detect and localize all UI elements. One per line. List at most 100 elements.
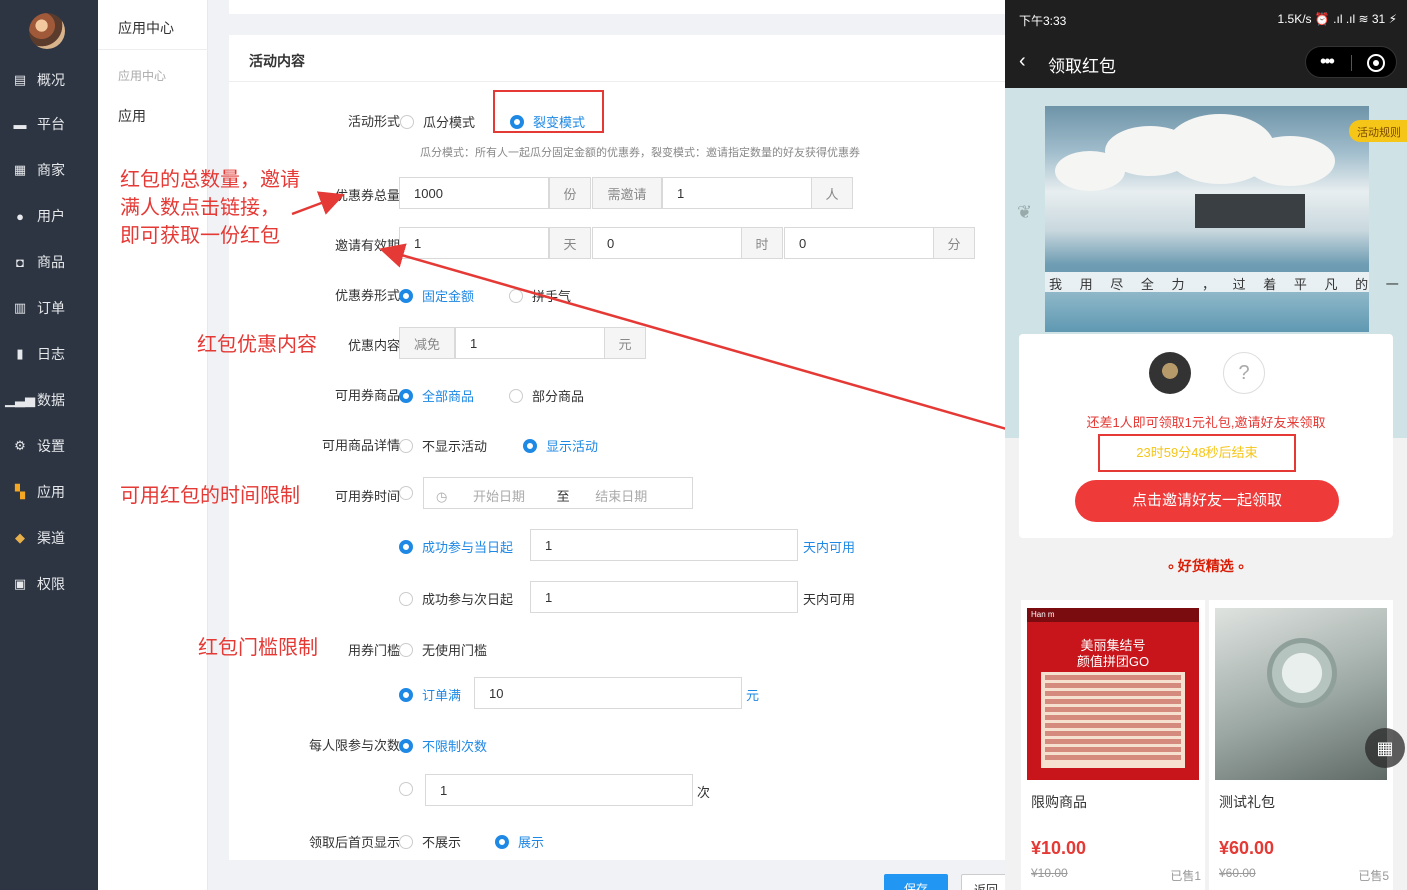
leaf-icon: ❦	[1017, 202, 1033, 222]
close-miniapp-icon[interactable]	[1367, 54, 1385, 72]
radio-dot	[399, 388, 413, 403]
invite-tip: 还差1人即可领取1元礼包,邀请好友来领取	[1086, 415, 1326, 430]
radio-show[interactable]: 展示	[495, 832, 544, 851]
sidebar-item-user[interactable]: ● 用户	[0, 196, 98, 236]
coupon-total-input[interactable]: 1000	[399, 177, 549, 209]
radio-dot	[399, 486, 413, 500]
book-icon: ▮	[16, 346, 24, 361]
radio-fixed-amount[interactable]: 固定金额	[399, 286, 474, 305]
sub-sidebar-title: 应用中心	[98, 0, 208, 50]
discount-input[interactable]: 1	[455, 327, 605, 359]
sidebar-item-merchant[interactable]: ▦ 商家	[0, 150, 98, 190]
limit-count-input[interactable]: 1	[425, 774, 693, 806]
sidebar-item-settings[interactable]: ⚙ 设置	[0, 426, 98, 466]
countdown-timer: 23时59分48秒后结束	[1098, 434, 1296, 472]
threshold-input[interactable]: 10	[474, 677, 742, 709]
app-logo[interactable]	[29, 13, 65, 49]
cloud-shape	[1055, 151, 1125, 191]
activity-rules-tag[interactable]: 活动规则	[1349, 120, 1407, 142]
annotation-time: 可用红包的时间限制	[120, 485, 300, 507]
phone-preview: 下午3:33 1.5K/s ⏰ .ıl .ıl ≋ 31 ⚡ ‹ 领取红包 ••…	[1005, 0, 1407, 890]
radio-limit-count[interactable]	[399, 782, 422, 796]
capsule-divider	[1351, 55, 1352, 71]
chart-icon: ▤	[13, 72, 27, 87]
radio-show-activity[interactable]: 显示活动	[523, 436, 598, 455]
home-show-label: 领取后首页显示	[308, 835, 400, 850]
radio-same-day[interactable]: 成功参与当日起	[399, 537, 513, 556]
radio-part-goods[interactable]: 部分商品	[509, 386, 584, 405]
invite-unit: 人	[811, 177, 853, 209]
decor-icon: ⸰	[1167, 560, 1178, 574]
bag-icon: ◘	[16, 254, 24, 270]
invite-days-input[interactable]: 1	[399, 227, 549, 259]
save-button[interactable]: 保存	[884, 874, 948, 890]
radio-dot	[495, 834, 509, 849]
card-title: 活动内容	[229, 35, 1005, 82]
goods-card[interactable]: Han m 美丽集结号 颜值拼团GO 限购商品 ¥10.00 ¥10.00 已售1	[1021, 600, 1205, 890]
activity-form-label: 活动形式	[347, 114, 400, 129]
sidebar-item-goods[interactable]: ◘ 商品	[0, 242, 98, 282]
main-sidebar: ▤ 概况 ▬ 平台 ▦ 商家 ● 用户 ◘ 商品 ▥ 订单 ▮ 日志 ▁▃▅ 数据 ⚙ 设置 ▚ 应…	[0, 0, 98, 890]
radio-dot	[523, 438, 537, 453]
more-icon[interactable]: •••	[1320, 51, 1335, 72]
poster-brand: Han m	[1027, 608, 1199, 622]
radio-split-mode[interactable]: 瓜分模式	[400, 112, 475, 131]
radio-all-goods[interactable]: 全部商品	[399, 386, 474, 405]
radio-next-day[interactable]: 成功参与次日起	[399, 589, 513, 608]
goods-image-glass	[1215, 608, 1387, 780]
goods-detail-label: 可用商品详情	[321, 438, 400, 453]
goods-image-poster: Han m 美丽集结号 颜值拼团GO	[1027, 608, 1199, 780]
annotation-content: 红包优惠内容	[197, 334, 317, 356]
invite-card: ? 还差1人即可领取1元礼包,邀请好友来领取 23时59分48秒后结束 点击邀请…	[1019, 334, 1393, 538]
sub-sidebar-group: 应用中心	[118, 69, 167, 83]
radio-dot	[399, 782, 413, 796]
sidebar-item-data[interactable]: ▁▃▅ 数据	[0, 380, 98, 420]
back-arrow-icon[interactable]: ‹	[1019, 50, 1026, 73]
nav-title: 领取红包	[1048, 57, 1116, 76]
discount-unit: 元	[604, 327, 646, 359]
date-range-picker[interactable]: ◷ 开始日期 至 结束日期	[423, 477, 693, 509]
radio-not-show[interactable]: 不展示	[399, 832, 461, 851]
sidebar-item-apps[interactable]: ▚ 应用	[0, 472, 98, 512]
status-time: 下午3:33	[1019, 14, 1067, 28]
radio-lucky[interactable]: 拼手气	[509, 286, 571, 305]
limit-label: 每人限参与次数	[308, 738, 400, 753]
sidebar-item-log[interactable]: ▮ 日志	[0, 334, 98, 374]
radio-order-over[interactable]: 订单满	[399, 685, 461, 704]
back-button[interactable]: 返回	[961, 874, 1011, 890]
annotation-total: 红包的总数量，邀请 满人数点击链接， 即可获取一份红包	[120, 169, 300, 247]
hours-unit: 时	[741, 227, 783, 259]
calendar-icon: ◷	[436, 489, 448, 504]
top-card	[229, 0, 1005, 14]
goods-original-price: ¥60.00	[1219, 866, 1256, 880]
sidebar-item-platform[interactable]: ▬ 平台	[0, 104, 98, 144]
sidebar-item-order[interactable]: ▥ 订单	[0, 288, 98, 328]
user-icon: ●	[16, 208, 24, 224]
store-icon: ▦	[13, 162, 27, 177]
grid-menu-icon[interactable]: ▦	[1365, 728, 1405, 768]
radio-dot	[399, 539, 413, 554]
goods-label: 可用券商品	[334, 388, 400, 403]
radio-no-limit[interactable]: 不限制次数	[399, 736, 487, 755]
decor-icon: ⸰	[1237, 560, 1245, 574]
radio-hide-activity[interactable]: 不显示活动	[399, 436, 487, 455]
invite-count-input[interactable]: 1	[662, 177, 812, 209]
poster-price-table	[1041, 672, 1185, 768]
invite-friends-button[interactable]: 点击邀请好友一起领取	[1075, 480, 1339, 522]
status-indicators: 1.5K/s ⏰ .ıl .ıl ≋ 31 ⚡	[1277, 12, 1397, 26]
sub-sidebar-item-apps[interactable]: 应用	[118, 106, 146, 126]
invite-minutes-input[interactable]: 0	[784, 227, 934, 259]
sidebar-item-overview[interactable]: ▤ 概况	[0, 60, 98, 100]
radio-no-threshold[interactable]: 无使用门槛	[399, 640, 487, 659]
next-day-input[interactable]: 1	[530, 581, 798, 613]
invite-hours-input[interactable]: 0	[592, 227, 742, 259]
coupon-form-label: 优惠券形式	[334, 288, 400, 303]
radio-dot	[399, 591, 413, 606]
cube-icon: ◆	[15, 530, 25, 545]
minutes-unit: 分	[933, 227, 975, 259]
sidebar-item-permission[interactable]: ▣ 权限	[0, 564, 98, 604]
photo-sea	[1045, 292, 1369, 332]
same-day-input[interactable]: 1	[530, 529, 798, 561]
sidebar-item-channel[interactable]: ◆ 渠道	[0, 518, 98, 558]
radio-date-range[interactable]	[399, 486, 422, 500]
